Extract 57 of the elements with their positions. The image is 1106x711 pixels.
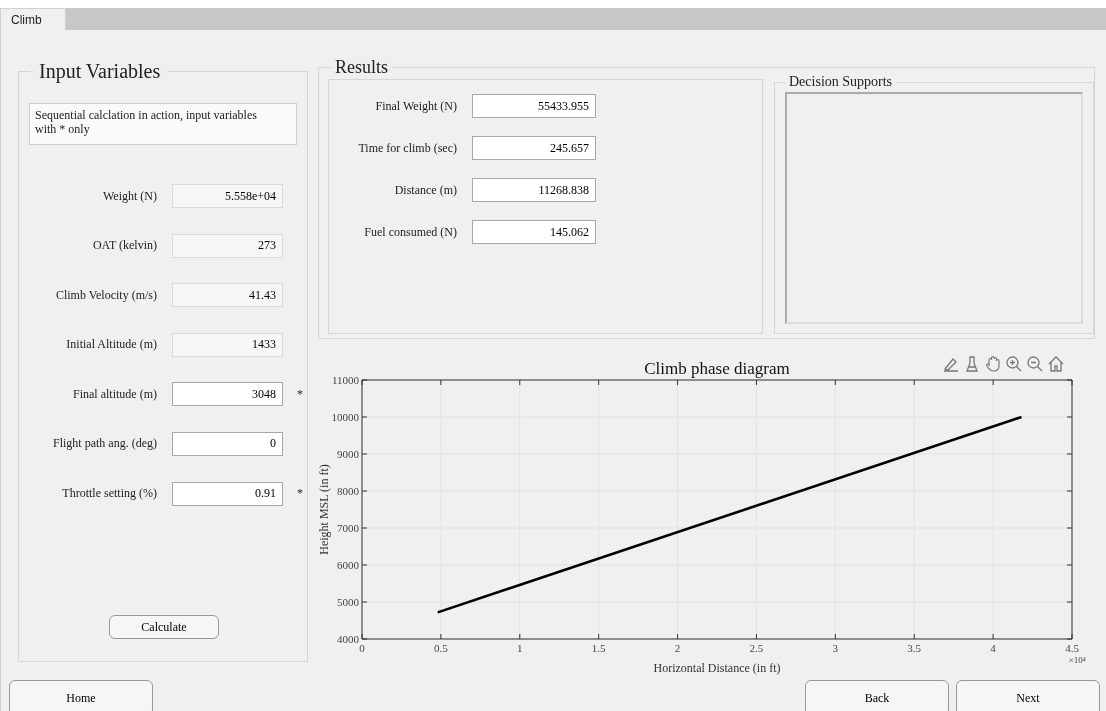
x-tick-label: 2 — [674, 642, 681, 654]
field-label: Throttle setting (%) — [61, 486, 157, 502]
x-tick-label: 3.5 — [907, 642, 922, 654]
zoom-in-icon[interactable] — [1005, 355, 1023, 373]
y-tick-label: 4000 — [337, 633, 359, 645]
nav-button[interactable]: Back — [805, 680, 949, 711]
field-label: Final altitude (m) — [72, 386, 157, 402]
field-label: Weight (N) — [101, 188, 157, 204]
output-field[interactable]: 245.657 — [472, 136, 596, 160]
home-icon[interactable] — [1047, 355, 1065, 373]
x-tick-label: 0.5 — [434, 642, 448, 654]
info-text: Sequential calclation in action, input variables with * only — [29, 103, 297, 145]
x-tick-label: 3 — [832, 642, 839, 654]
y-tick-label: 5000 — [337, 596, 359, 608]
field-label: Initial Altitude (m) — [65, 337, 157, 353]
chart-title: Climb phase diagram — [644, 359, 790, 378]
nav-button[interactable]: Home — [9, 680, 153, 711]
input-field[interactable]: 273 — [172, 233, 283, 258]
field-label: Flight path ang. (deg) — [52, 436, 157, 452]
panel-title: Decision Supports — [788, 74, 894, 90]
input-field[interactable]: 1433 — [172, 332, 283, 357]
input-field[interactable]: 5.558e+04 — [172, 184, 283, 208]
x-tick-label: 4.5 — [1065, 642, 1079, 654]
field-label: Distance (m) — [393, 182, 457, 198]
output-field[interactable]: 145.062 — [472, 220, 596, 244]
x-tick-label: 4 — [990, 642, 996, 654]
field-label: Final Weight (N) — [374, 98, 457, 114]
output-field[interactable]: 55433.955 — [472, 94, 596, 118]
x-tick-label: 1.5 — [591, 642, 606, 654]
y-tick-label: 6000 — [337, 559, 359, 571]
calculate-button[interactable]: Calculate — [109, 615, 219, 639]
y-axis-label: Height MSL (in ft) — [318, 464, 331, 555]
input-field[interactable]: 3048 — [172, 382, 283, 407]
output-field[interactable]: 11268.838 — [472, 178, 596, 202]
y-tick-label: 8000 — [337, 485, 359, 497]
input-field[interactable]: 41.43 — [172, 283, 283, 308]
input-field[interactable]: 0 — [172, 431, 283, 456]
zoom-out-icon[interactable] — [1026, 355, 1044, 373]
tab[interactable]: Climb — [0, 8, 66, 30]
required-mark: * — [297, 386, 303, 402]
x-tick-label: 2.5 — [749, 642, 764, 654]
y-tick-label: 7000 — [337, 522, 359, 534]
nav-button[interactable]: Next — [956, 680, 1100, 711]
input-field[interactable]: 0.91 — [172, 481, 283, 506]
required-mark: * — [297, 486, 303, 502]
x-axis-label: Horizontal Distance (in ft) — [653, 661, 781, 675]
field-label: Climb Velocity (m/s) — [54, 287, 157, 303]
y-tick-label: 10000 — [331, 411, 359, 423]
axis-multiplier: ×10⁴ — [1068, 655, 1086, 665]
y-tick-label: 9000 — [337, 448, 359, 460]
field-label: OAT (kelvin) — [91, 238, 157, 254]
field-label: Fuel consumed (N) — [363, 224, 457, 240]
field-label: Time for climb (sec) — [357, 140, 457, 156]
y-tick-label: 11000 — [331, 374, 359, 386]
x-tick-label: 0 — [359, 642, 365, 654]
hand-icon[interactable] — [984, 355, 1002, 373]
x-tick-label: 1 — [517, 642, 523, 654]
